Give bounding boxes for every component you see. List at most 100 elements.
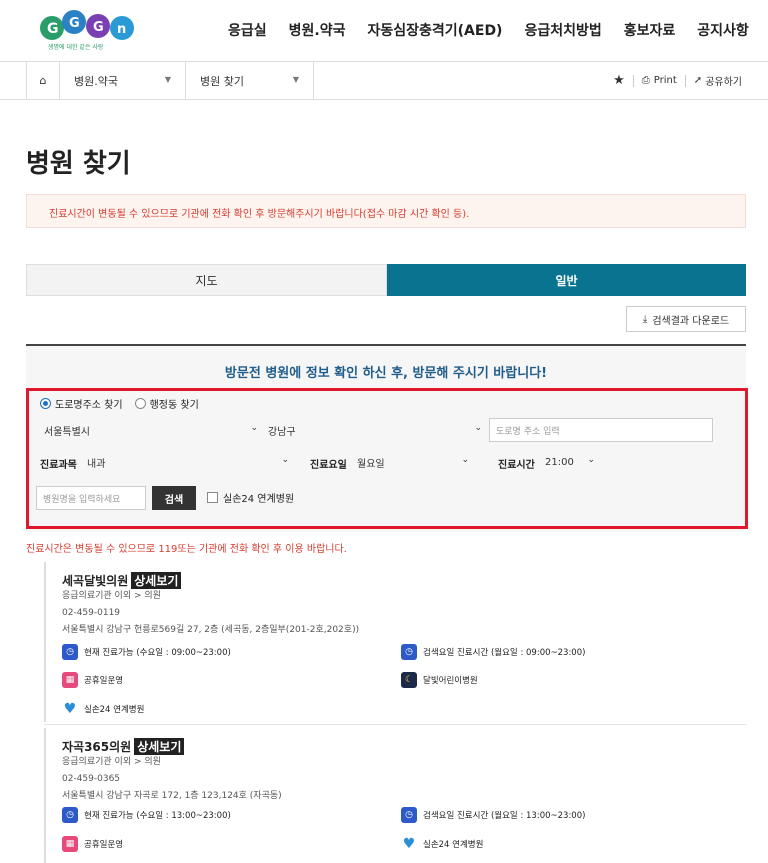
star-icon[interactable]: ★	[613, 73, 625, 88]
night-info: ☾ 달빛어린이병원	[401, 672, 478, 688]
linked-hospital-filter: 실손24 연계병원	[207, 490, 294, 505]
search-hours-info: ◷ 검색요일 진료시간 (월요일 : 13:00~23:00)	[401, 807, 585, 823]
linked-text: 실손24 연계병원	[84, 705, 145, 715]
sido-select[interactable]: 서울특별시 ⌄	[40, 418, 262, 442]
chevron-down-icon: ▼	[164, 75, 171, 84]
tab-general[interactable]: 일반	[387, 264, 746, 296]
sigungu-value: 강남구	[268, 426, 296, 438]
detail-button[interactable]: 상세보기	[131, 572, 182, 589]
site-header: G G G n 생명에 대한 같은 사랑 응급실 병원.약국 자동심장충격기(A…	[0, 0, 768, 62]
result-category: 응급의료기관 이외 > 의원	[62, 757, 161, 767]
day-value: 월요일	[357, 458, 385, 470]
radio-admin[interactable]	[134, 398, 146, 409]
print-button[interactable]: Print	[654, 75, 677, 86]
chevron-down-icon: ⌄	[474, 423, 482, 433]
linked-info: ♥ 실손24 연계병원	[401, 836, 484, 852]
chevron-down-icon: ⌄	[281, 455, 289, 465]
result-category: 응급의료기관 이외 > 의원	[62, 591, 161, 601]
svg-text:n: n	[117, 22, 126, 37]
time-select[interactable]: 21:00 ⌄	[541, 450, 599, 474]
road-address-input[interactable]: 도로명 주소 입력	[489, 418, 713, 442]
radio-admin-label: 행정동 찾기	[149, 400, 199, 411]
linked-text: 실손24 연계병원	[423, 840, 484, 850]
clock-icon: ◷	[62, 644, 78, 660]
now-open-info: ◷ 현재 진료가능 (수요일 : 09:00~23:00)	[62, 644, 231, 660]
now-open-text: 현재 진료가능 (수요일 : 09:00~23:00)	[84, 648, 231, 658]
breadcrumb-level1-select[interactable]: 병원.약국 ▼	[60, 62, 186, 99]
chevron-down-icon: ⌄	[587, 455, 595, 465]
result-divider	[44, 724, 746, 725]
share-button[interactable]: 공유하기	[705, 73, 742, 88]
time-label: 진료시간	[498, 460, 535, 471]
site-logo[interactable]: G G G n 생명에 대한 같은 사랑	[38, 8, 138, 54]
breadcrumb-level1-label: 병원.약국	[74, 74, 118, 88]
heart-icon: ♥	[402, 836, 416, 852]
search-hours-text: 검색요일 진료시간 (월요일 : 13:00~23:00)	[423, 811, 586, 821]
download-icon: ⤓	[642, 313, 648, 325]
tab-map[interactable]: 지도	[26, 264, 387, 296]
moon-icon: ☾	[401, 672, 417, 688]
chevron-down-icon: ▼	[292, 75, 299, 84]
svg-text:G: G	[69, 16, 80, 31]
calendar-icon: ▦	[62, 672, 78, 688]
holiday-text: 공휴일운영	[84, 840, 124, 850]
now-open-info: ◷ 현재 진료가능 (수요일 : 13:00~23:00)	[62, 807, 231, 823]
nav-item-promo[interactable]: 홍보자료	[624, 20, 676, 40]
home-icon: ⌂	[39, 74, 47, 87]
day-label: 진료요일	[310, 460, 347, 471]
linked-hospital-label: 실손24 연계병원	[223, 494, 295, 505]
night-text: 달빛어린이병원	[423, 676, 478, 686]
nav-item-hospital-pharmacy[interactable]: 병원.약국	[289, 20, 346, 40]
chevron-down-icon: ⌄	[250, 423, 258, 433]
radio-road-label: 도로명주소 찾기	[55, 400, 123, 411]
breadcrumb-level2-select[interactable]: 병원 찾기 ▼	[186, 62, 314, 99]
now-open-text: 현재 진료가능 (수요일 : 13:00~23:00)	[84, 811, 231, 821]
breadcrumb: ⌂ 병원.약국 ▼ 병원 찾기 ▼ ★ ⎙ Print ➚ 공유하기	[0, 62, 768, 100]
holiday-info: ▦ 공휴일운영	[62, 672, 123, 688]
result-name: 자곡365의원	[62, 740, 132, 754]
result-phone: 02-459-0365	[62, 774, 121, 784]
hospital-name-input[interactable]: 병원명을 입력하세요	[36, 486, 146, 510]
view-tabs: 지도 일반	[26, 264, 746, 296]
sigungu-select[interactable]: 강남구 ⌄	[264, 418, 486, 442]
result-item: 자곡365의원 상세보기 응급의료기관 이외 > 의원 02-459-0365 …	[44, 728, 746, 863]
nav-item-notice[interactable]: 공지사항	[697, 20, 749, 40]
logo-subtext: 생명에 대한 같은 사랑	[48, 44, 104, 51]
search-hours-text: 검색요일 진료시간 (월요일 : 09:00~23:00)	[423, 648, 586, 658]
linked-hospital-checkbox[interactable]	[207, 492, 218, 503]
svg-text:G: G	[47, 21, 59, 37]
result-phone: 02-459-0119	[62, 608, 121, 618]
download-label: 검색결과 다운로드	[652, 315, 730, 327]
main-nav: 응급실 병원.약국 자동심장충격기(AED) 응급처치방법 홍보자료 공지사항	[228, 20, 768, 40]
linked-info: ♥ 실손24 연계병원	[62, 701, 145, 717]
breadcrumb-level2-label: 병원 찾기	[200, 74, 244, 88]
page-title: 병원 찾기	[26, 149, 131, 179]
dept-select[interactable]: 내과 ⌄	[83, 450, 293, 474]
heart-icon: ♥	[63, 701, 77, 717]
download-results-button[interactable]: ⤓ 검색결과 다운로드	[626, 306, 746, 332]
radio-road[interactable]	[40, 398, 51, 409]
breadcrumb-actions: ★ ⎙ Print ➚ 공유하기	[613, 62, 742, 99]
svg-text:G: G	[93, 20, 104, 35]
day-select[interactable]: 월요일 ⌄	[353, 450, 473, 474]
search-heading: 방문전 병원에 정보 확인 하신 후, 방문해 주시기 바랍니다!	[224, 366, 548, 381]
home-button[interactable]: ⌂	[26, 62, 60, 99]
detail-button[interactable]: 상세보기	[134, 738, 185, 755]
nav-item-emergency-room[interactable]: 응급실	[228, 20, 267, 40]
address-type-radios: 도로명주소 찾기 행정동 찾기	[40, 396, 199, 411]
search-hours-info: ◷ 검색요일 진료시간 (월요일 : 09:00~23:00)	[401, 644, 585, 660]
share-icon: ➚	[693, 75, 703, 86]
dept-label: 진료과목	[40, 460, 77, 471]
sido-value: 서울특별시	[44, 426, 90, 438]
clock-icon: ◷	[62, 807, 78, 823]
nav-item-first-aid[interactable]: 응급처치방법	[524, 20, 601, 40]
holiday-text: 공휴일운영	[84, 676, 124, 686]
result-address: 서울특별시 강남구 자곡로 172, 1층 123,124호 (자곡동)	[62, 791, 282, 801]
nav-item-aed[interactable]: 자동심장충격기(AED)	[367, 20, 502, 40]
calendar-icon: ▦	[62, 836, 78, 852]
clock-icon: ◷	[401, 644, 417, 660]
clock-icon: ◷	[401, 807, 417, 823]
result-name: 세곡달빛의원	[62, 574, 129, 588]
warning-text: 진료시간은 변동될 수 있으므로 119또는 기관에 전화 확인 후 이용 바랍…	[26, 544, 347, 555]
search-button[interactable]: 검색	[152, 486, 196, 510]
